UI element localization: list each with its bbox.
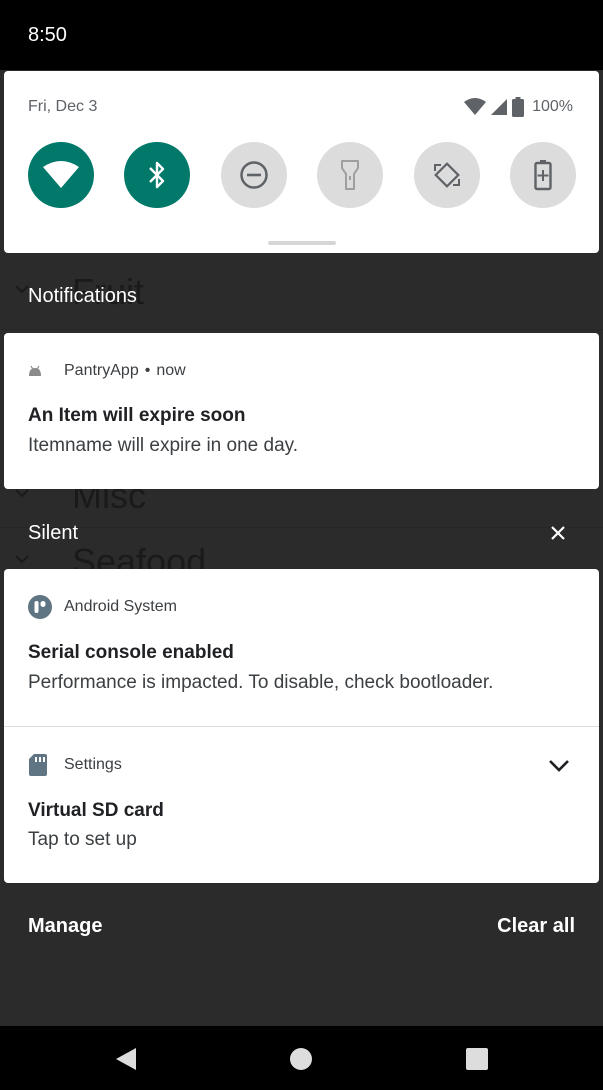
notification-app-row: PantryApp • now	[28, 359, 186, 383]
notification-card-pantryapp[interactable]: PantryApp • now An Item will expire soon…	[4, 333, 599, 489]
back-button[interactable]	[114, 1047, 138, 1071]
notification-title: Virtual SD card	[28, 800, 164, 821]
sd-card-icon	[29, 754, 47, 776]
notification-text: Itemname will expire in one day.	[28, 435, 298, 456]
notification-app-row: Settings	[28, 753, 122, 777]
auto-rotate-tile[interactable]	[414, 142, 480, 208]
notifications-header: Notifications	[28, 285, 137, 307]
notification-text: Performance is impacted. To disable, che…	[28, 672, 494, 693]
wifi-icon	[43, 161, 79, 188]
dismiss-silent-button[interactable]	[546, 521, 570, 545]
bg-divider	[0, 527, 603, 528]
bluetooth-icon	[149, 161, 165, 189]
home-icon	[290, 1048, 312, 1070]
notification-divider	[4, 726, 599, 727]
navigation-bar	[0, 1026, 603, 1090]
silent-header: Silent	[28, 522, 79, 544]
notification-title: An Item will expire soon	[28, 405, 246, 426]
silent-notifications-card: Android System Serial console enabled Pe…	[4, 569, 599, 883]
flashlight-tile[interactable]	[317, 142, 383, 208]
do-not-disturb-icon	[240, 161, 268, 189]
notification-app-name: PantryApp	[64, 362, 139, 379]
back-icon	[116, 1048, 136, 1070]
qs-drag-handle[interactable]	[268, 241, 336, 245]
notification-app-name: Settings	[64, 756, 122, 773]
clear-all-button[interactable]: Clear all	[497, 915, 575, 938]
bluetooth-tile[interactable]	[124, 142, 190, 208]
chevron-down-icon	[15, 555, 29, 564]
notification-app-name: Android System	[64, 598, 177, 615]
recents-button[interactable]	[465, 1047, 489, 1071]
android-system-icon	[28, 595, 52, 619]
wifi-tile[interactable]	[28, 142, 94, 208]
recents-icon	[466, 1048, 488, 1070]
battery-saver-icon	[534, 160, 552, 191]
notification-app-row: Android System	[28, 595, 177, 619]
auto-rotate-icon	[434, 162, 460, 188]
status-bar: 8:50	[0, 0, 603, 70]
quick-settings-panel: Fri, Dec 3 100%	[4, 71, 599, 253]
close-icon	[551, 526, 565, 540]
cell-signal-icon	[491, 99, 508, 115]
manage-button[interactable]: Manage	[28, 915, 102, 938]
battery-saver-tile[interactable]	[510, 142, 576, 208]
notification-time: now	[156, 362, 186, 379]
battery-icon	[512, 97, 525, 117]
dnd-tile[interactable]	[221, 142, 287, 208]
status-time: 8:50	[28, 24, 67, 46]
notification-title: Serial console enabled	[28, 642, 234, 663]
qs-date: Fri, Dec 3	[28, 98, 98, 115]
wifi-signal-icon	[464, 98, 487, 115]
bg-divider	[0, 329, 603, 330]
home-button[interactable]	[289, 1047, 313, 1071]
qs-status-icons: 100%	[464, 96, 573, 118]
separator-dot: •	[144, 362, 151, 379]
battery-percent: 100%	[532, 98, 573, 115]
android-icon	[29, 365, 41, 376]
chevron-down-icon[interactable]	[546, 753, 572, 779]
flashlight-icon	[341, 160, 359, 190]
notification-text: Tap to set up	[28, 829, 137, 850]
